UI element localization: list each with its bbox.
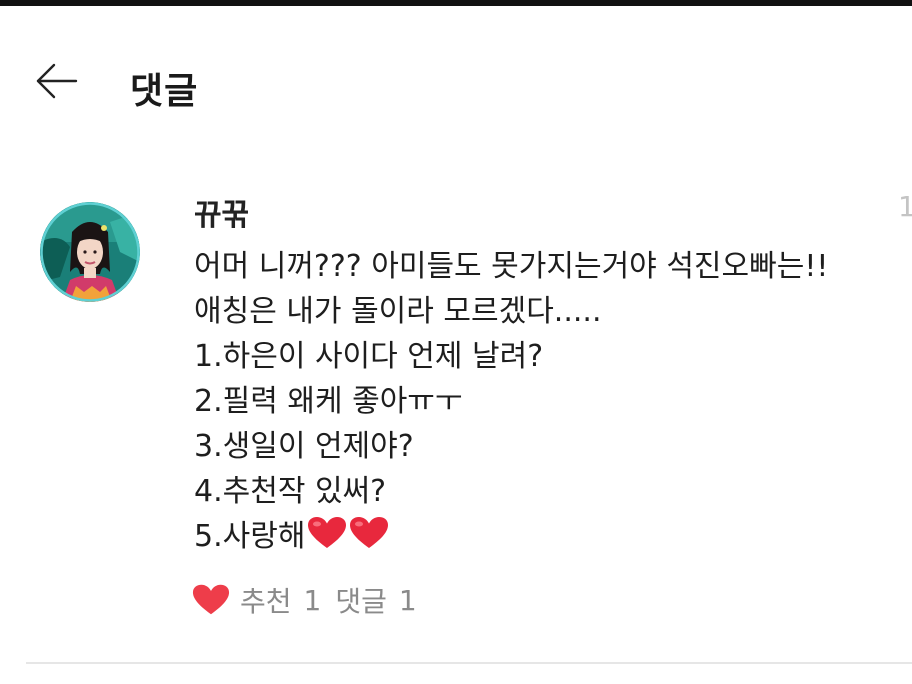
- comment-line: 어머 니꺼??? 아미들도 못가지는거야 석진오빠는!!: [194, 249, 829, 284]
- back-button[interactable]: [26, 56, 86, 106]
- red-heart-emoji: [308, 517, 347, 548]
- comment-line: 4.추천작 있써?: [194, 474, 387, 509]
- comment-line-text: 5.사랑해: [194, 519, 306, 554]
- comment-line: 2.필력 왜케 좋아ㅠㅜ: [194, 384, 463, 419]
- red-heart-emoji: [350, 517, 389, 548]
- page-title: 댓글: [130, 71, 199, 112]
- comment-line-last: 5.사랑해: [194, 514, 906, 559]
- comment-actions: 추천 1 댓글 1: [192, 578, 417, 622]
- comment-author[interactable]: 뀨꾺: [194, 190, 249, 234]
- back-arrow-icon: [36, 63, 78, 99]
- like-button[interactable]: 추천 1: [192, 580, 321, 620]
- avatar[interactable]: [40, 202, 140, 302]
- comment-edge-digit: 1: [898, 190, 912, 223]
- reply-count: 1: [398, 583, 417, 617]
- like-count: 1: [303, 583, 322, 617]
- comment-line: 3.생일이 언제야?: [194, 429, 414, 464]
- avatar-image: [40, 202, 140, 302]
- reply-label: 댓글: [335, 585, 387, 618]
- comment-line: 1.하은이 사이다 언제 날려?: [194, 339, 544, 374]
- comment-line: 애칭은 내가 돌이라 모르겠다.....: [194, 294, 602, 329]
- reply-button[interactable]: 댓글 1: [335, 580, 416, 620]
- like-label: 추천: [240, 585, 292, 618]
- comment-text: 어머 니꺼??? 아미들도 못가지는거야 석진오빠는!! 애칭은 내가 돌이라 …: [194, 244, 906, 559]
- comment-screen: 댓글 뀨꾺 1 어머 니꺼??? 아미들도 못가지는거야 석진오빠는!! 애칭은…: [0, 0, 912, 684]
- header: 댓글: [0, 6, 912, 146]
- heart-icon: [192, 584, 230, 615]
- divider: [26, 662, 912, 664]
